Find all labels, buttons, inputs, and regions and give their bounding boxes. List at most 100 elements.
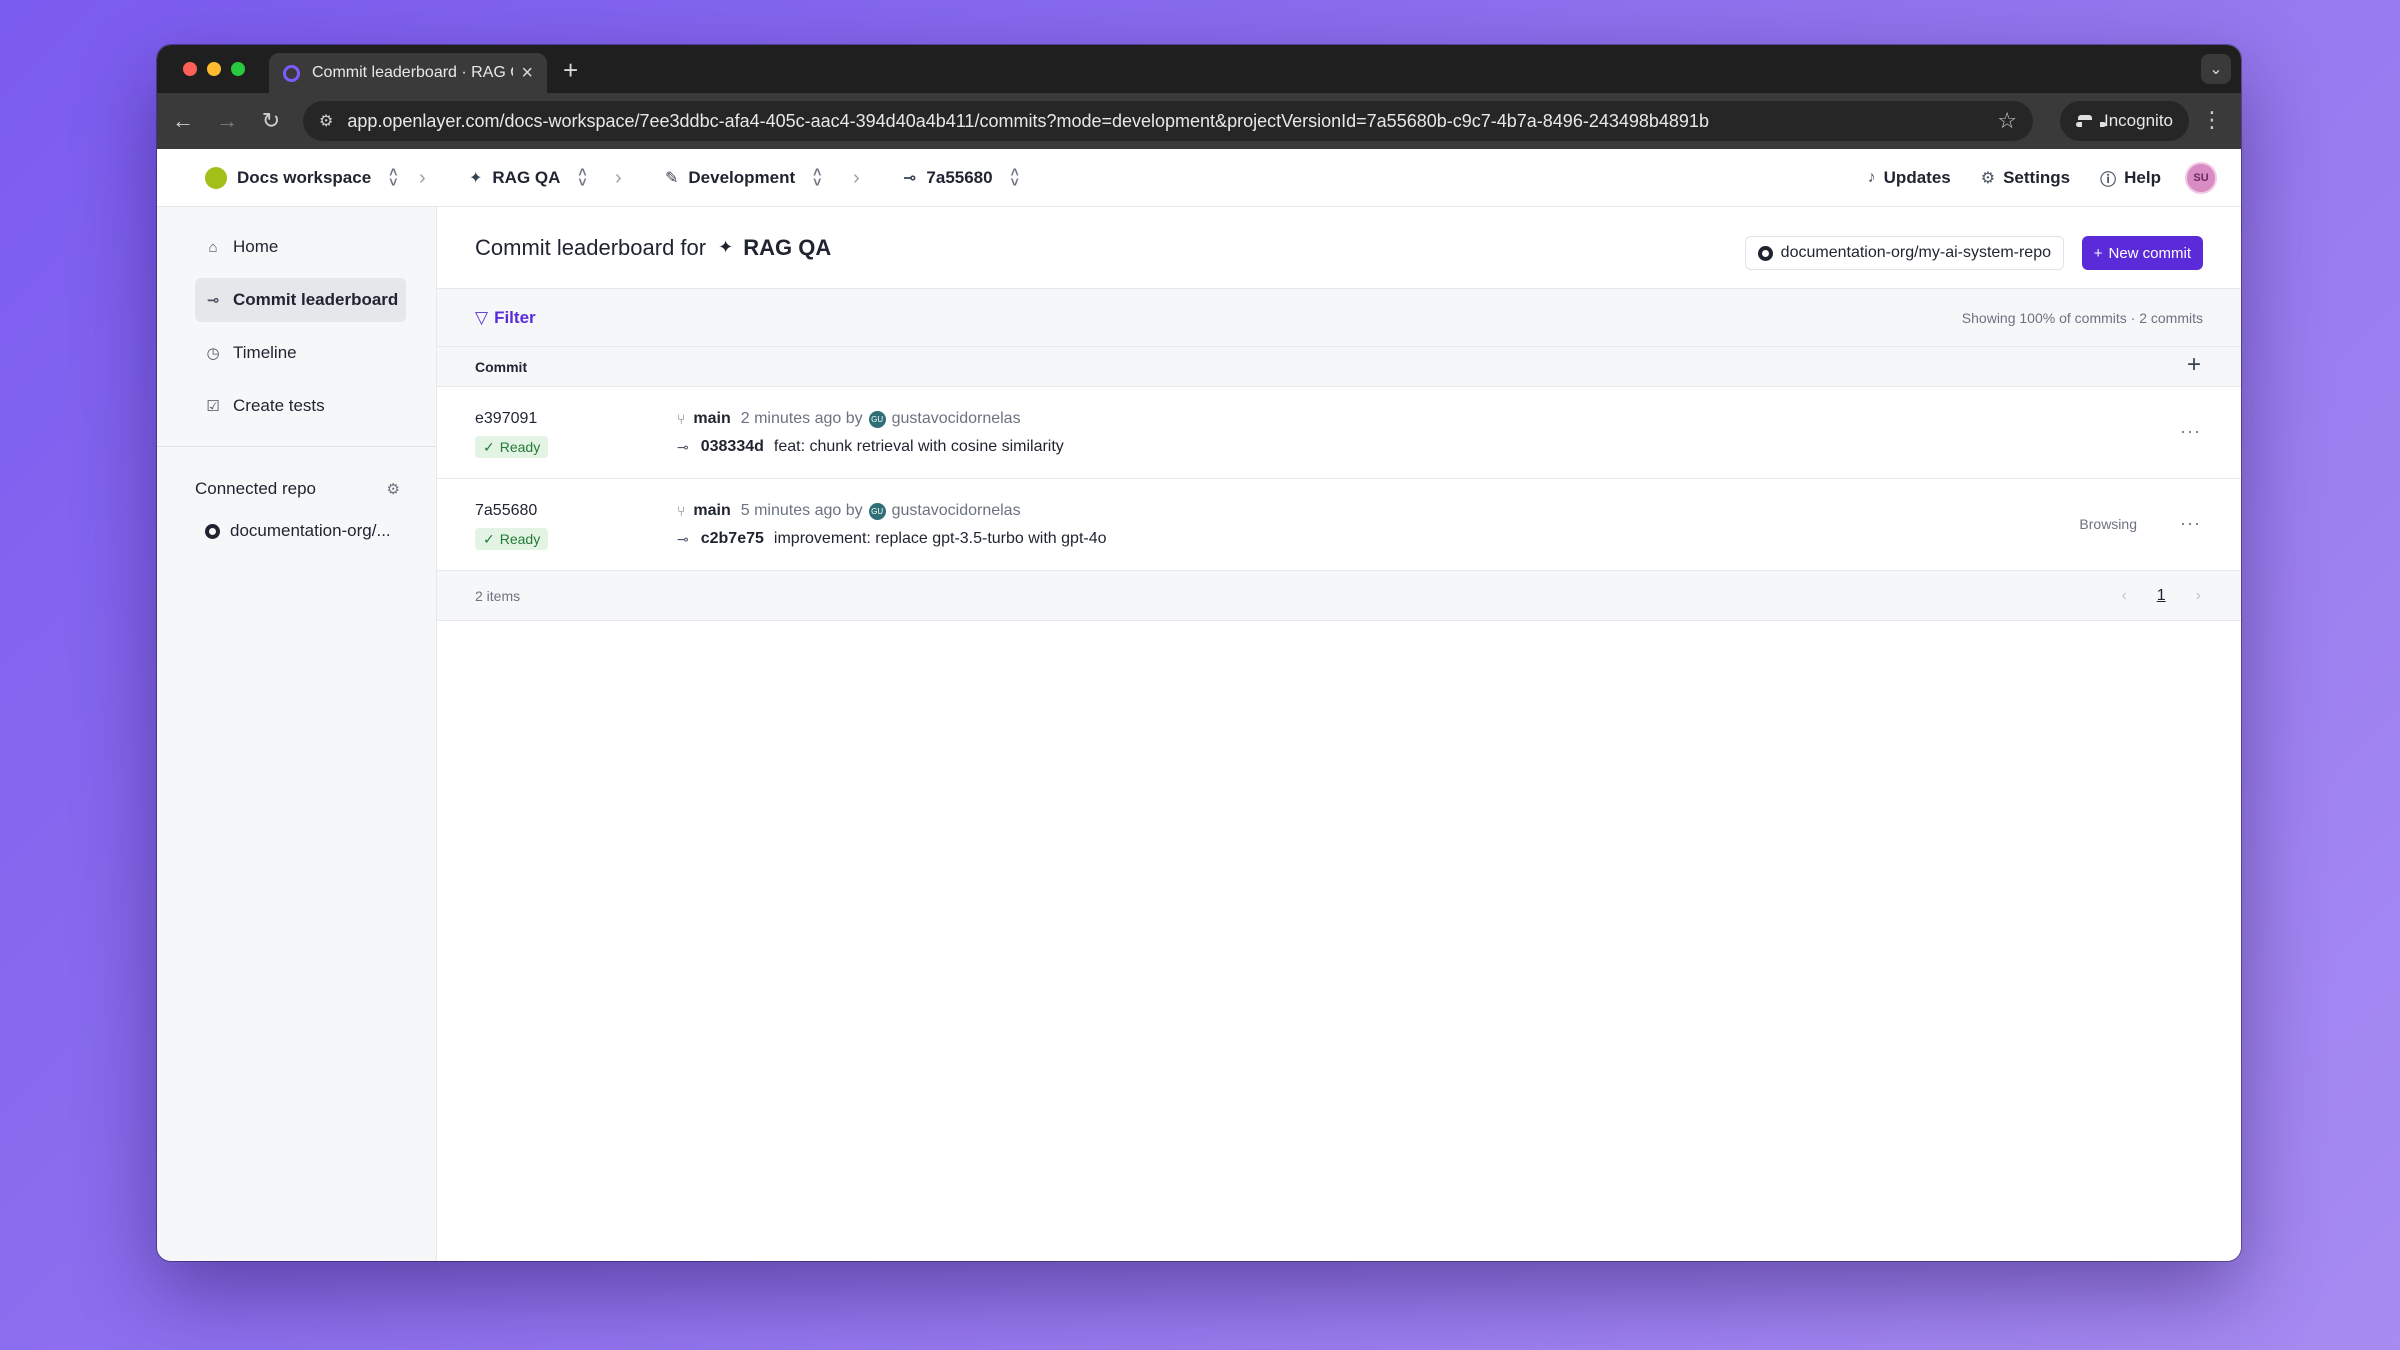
connected-repo-link[interactable]: documentation-org/... bbox=[205, 521, 406, 541]
sidebar-item-home[interactable]: ⌂ Home bbox=[195, 225, 406, 269]
column-commit: Commit bbox=[475, 358, 528, 375]
incognito-label: Incognito bbox=[2104, 111, 2173, 130]
tab-search-button[interactable]: ⌄ bbox=[2201, 54, 2231, 84]
wrench-icon: ✎ bbox=[665, 170, 679, 187]
workspace-switcher[interactable]: Docs workspace ˄ ˅ bbox=[205, 149, 397, 207]
filter-button[interactable]: ▽ Filter bbox=[475, 308, 536, 328]
user-avatar[interactable]: SU bbox=[2185, 162, 2217, 194]
forward-button[interactable]: → bbox=[205, 108, 249, 134]
new-commit-button[interactable]: + New commit bbox=[2081, 236, 2203, 270]
commit-message: improvement: replace gpt-3.5-turbo with … bbox=[773, 530, 1107, 547]
help-link[interactable]: ⓘ Help bbox=[2100, 166, 2161, 190]
page-project-name: RAG QA bbox=[743, 234, 832, 260]
status-label: Ready bbox=[499, 531, 541, 547]
updates-link[interactable]: ♪ Updates bbox=[1868, 168, 1951, 188]
chevron-updown-icon: ˄ ˅ bbox=[1010, 164, 1019, 190]
settings-link[interactable]: ⚙ Settings bbox=[1981, 168, 2070, 188]
address-bar[interactable]: ⚙ app.openlayer.com/docs-workspace/7ee3d… bbox=[303, 101, 2033, 141]
next-page-icon[interactable]: › bbox=[2196, 587, 2201, 605]
row-more-icon[interactable]: ··· bbox=[2180, 421, 2201, 442]
close-window-button[interactable] bbox=[183, 62, 197, 76]
table-row[interactable]: 7a55680 ✓ Ready ⑂ main 5 minutes ago by … bbox=[437, 479, 2241, 571]
commit-time: 5 minutes ago by bbox=[740, 502, 863, 519]
sidebar-item-label: Create tests bbox=[233, 396, 325, 415]
window-controls bbox=[183, 62, 245, 76]
new-tab-button[interactable]: + bbox=[563, 55, 578, 86]
repo-button[interactable]: documentation-org/my-ai-system-repo bbox=[1744, 236, 2064, 270]
site-info-icon[interactable]: ⚙ bbox=[319, 111, 333, 131]
sidebar-item-timeline[interactable]: ◷ Timeline bbox=[195, 331, 406, 375]
showing-count: Showing 100% of commits · 2 commits bbox=[1961, 310, 2203, 326]
openlayer-favicon-icon bbox=[283, 64, 300, 82]
branch-name: main bbox=[693, 502, 731, 519]
commit-sha: 038334d bbox=[700, 438, 764, 455]
project-name: RAG QA bbox=[492, 168, 561, 187]
commit-id[interactable]: 7a55680 bbox=[475, 502, 537, 520]
chevron-right-icon: › bbox=[615, 166, 622, 189]
close-tab-icon[interactable]: × bbox=[521, 62, 533, 85]
branch-name: main bbox=[693, 410, 731, 427]
status-badge: ✓ Ready bbox=[475, 528, 549, 550]
chevron-updown-icon: ˄ ˅ bbox=[578, 164, 587, 190]
sidebar-item-label: Commit leaderboard bbox=[233, 290, 399, 309]
sidebar-item-label: Home bbox=[233, 237, 279, 256]
reload-button[interactable]: ↻ bbox=[249, 108, 293, 134]
filter-bar: ▽ Filter Showing 100% of commits · 2 com… bbox=[437, 289, 2241, 347]
table-header: Commit + bbox=[437, 347, 2241, 387]
sidebar-divider bbox=[157, 446, 436, 447]
project-switcher[interactable]: ✦ RAG QA ˄ ˅ bbox=[469, 149, 587, 207]
sidebar-item-commit-leaderboard[interactable]: ⊸ Commit leaderboard bbox=[195, 278, 406, 322]
check-icon: ✓ bbox=[483, 530, 495, 547]
settings-label: Settings bbox=[2003, 168, 2071, 187]
url-text[interactable]: app.openlayer.com/docs-workspace/7ee3ddb… bbox=[347, 111, 1997, 132]
filter-funnel-icon: ▽ bbox=[475, 307, 489, 327]
gear-icon[interactable]: ⚙ bbox=[387, 480, 400, 498]
clock-icon: ◷ bbox=[206, 345, 220, 362]
commit-sha: c2b7e75 bbox=[700, 530, 764, 547]
help-circle-icon: ⓘ bbox=[2100, 172, 2117, 189]
sparkle-icon: ✦ bbox=[469, 170, 483, 187]
status-label: Ready bbox=[499, 439, 541, 455]
prev-page-icon[interactable]: ‹ bbox=[2121, 587, 2126, 605]
plus-icon: + bbox=[2093, 244, 2103, 262]
minimize-window-button[interactable] bbox=[207, 62, 221, 76]
commit-message: feat: chunk retrieval with cosine simila… bbox=[773, 438, 1064, 455]
repo-button-label: documentation-org/my-ai-system-repo bbox=[1780, 244, 2051, 261]
workspace-dot-icon bbox=[205, 167, 227, 189]
back-button[interactable]: ← bbox=[161, 108, 205, 134]
page-project: ✦ RAG QA bbox=[718, 235, 831, 261]
new-commit-label: New commit bbox=[2108, 244, 2191, 262]
sparkle-icon: ✦ bbox=[718, 237, 734, 257]
main-panel: Commit leaderboard for ✦ RAG QA document… bbox=[437, 207, 2241, 1261]
bookmark-star-icon[interactable]: ☆ bbox=[1997, 108, 2017, 134]
commit-meta: ⑂ main 5 minutes ago by GU gustavocidorn… bbox=[677, 502, 1021, 520]
page-header: Commit leaderboard for ✦ RAG QA document… bbox=[437, 207, 2241, 289]
table-row[interactable]: e397091 ✓ Ready ⑂ main 2 minutes ago by … bbox=[437, 387, 2241, 479]
add-column-button[interactable]: + bbox=[2187, 351, 2201, 379]
mode-switcher[interactable]: ✎ Development ˄ ˅ bbox=[665, 149, 821, 207]
incognito-indicator[interactable]: Incognito bbox=[2060, 101, 2189, 141]
chevron-updown-icon: ˄ ˅ bbox=[389, 164, 398, 190]
commit-time: 2 minutes ago by bbox=[740, 410, 863, 427]
workspace-name: Docs workspace bbox=[237, 168, 372, 187]
sidebar: ⌂ Home ⊸ Commit leaderboard ◷ Timeline ☑… bbox=[157, 207, 437, 1261]
commit-icon: ⊸ bbox=[677, 438, 689, 455]
pagination: ‹ 1 › bbox=[2121, 571, 2201, 621]
connected-repo-label: Connected repo bbox=[195, 479, 316, 498]
browser-toolbar: ← → ↻ ⚙ app.openlayer.com/docs-workspace… bbox=[157, 93, 2241, 149]
page-title: Commit leaderboard for bbox=[475, 234, 707, 260]
github-icon bbox=[1757, 245, 1773, 261]
maximize-window-button[interactable] bbox=[231, 62, 245, 76]
browser-menu-icon[interactable]: ⋮ bbox=[2201, 107, 2223, 133]
header-actions: ♪ Updates ⚙ Settings ⓘ Help SU bbox=[1868, 149, 2241, 207]
page-number[interactable]: 1 bbox=[2157, 587, 2166, 605]
row-more-icon[interactable]: ··· bbox=[2180, 513, 2201, 534]
sidebar-item-create-tests[interactable]: ☑ Create tests bbox=[195, 384, 406, 428]
browser-tab[interactable]: Commit leaderboard · RAG QA × bbox=[269, 53, 547, 93]
connected-repo-header: Connected repo ⚙ bbox=[195, 479, 400, 499]
commit-switcher[interactable]: ⊸ 7a55680 ˄ ˅ bbox=[903, 149, 1019, 207]
incognito-icon bbox=[2076, 115, 2106, 127]
commit-id[interactable]: e397091 bbox=[475, 410, 537, 428]
checkbox-icon: ☑ bbox=[206, 398, 220, 415]
app-header: Docs workspace ˄ ˅ › ✦ RAG QA ˄ ˅ › ✎ Deve… bbox=[157, 149, 2241, 207]
